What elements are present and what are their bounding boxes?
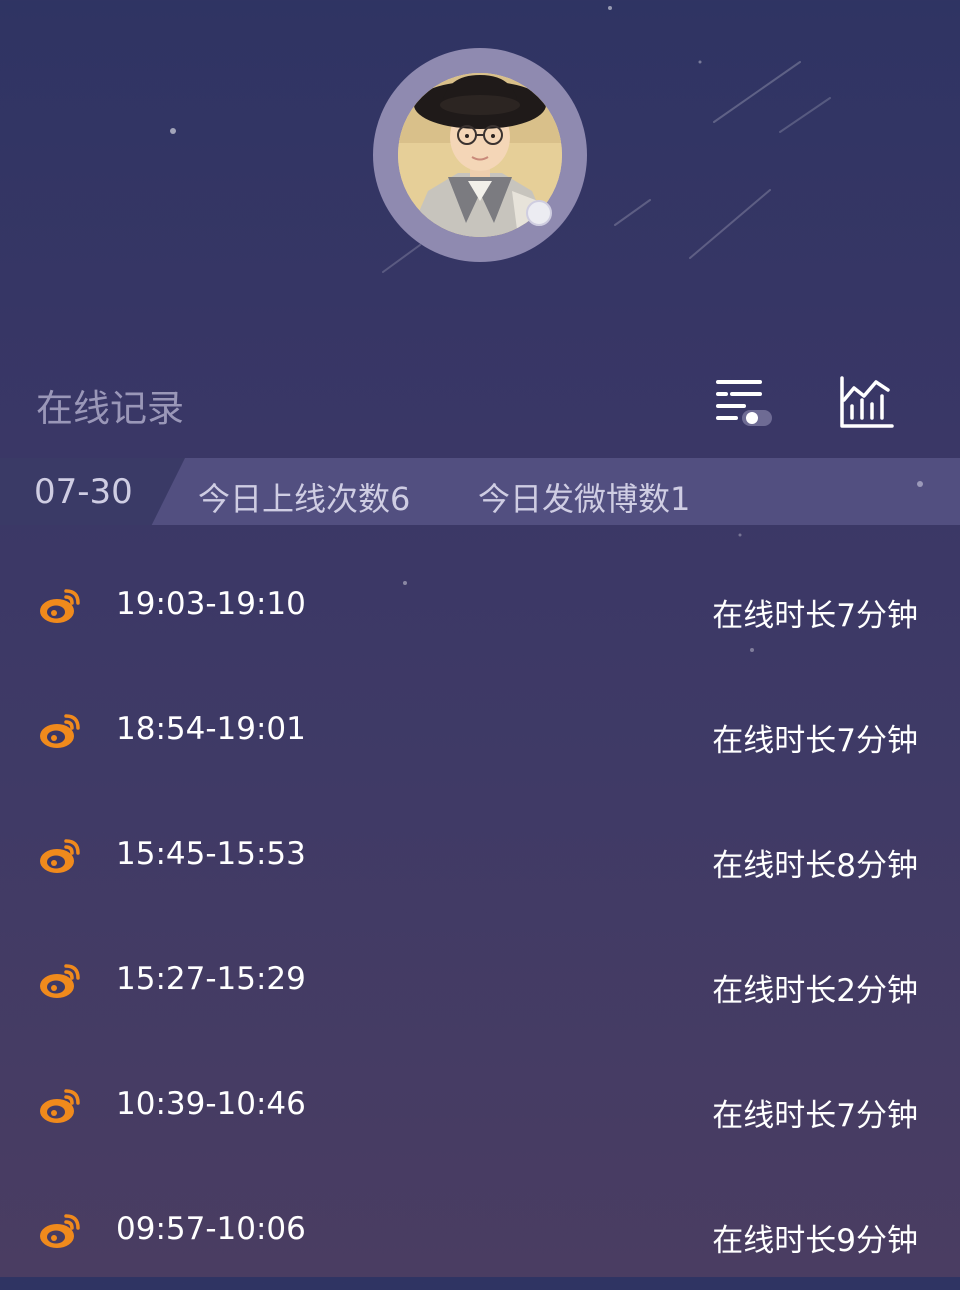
online-duration: 在线时长7分钟 xyxy=(712,1098,918,1134)
section-title: 在线记录 xyxy=(36,387,184,430)
status-indicator xyxy=(526,200,552,226)
time-range: 18:54-19:01 xyxy=(116,711,306,747)
online-duration: 在线时长9分钟 xyxy=(712,1223,918,1259)
weibo-icon xyxy=(40,1089,80,1123)
list-item[interactable]: 15:27-15:29 在线时长2分钟 xyxy=(0,915,960,1040)
time-range: 15:45-15:53 xyxy=(116,836,306,872)
list-item[interactable]: 19:03-19:10 在线时长7分钟 xyxy=(0,540,960,665)
weibo-count-label: 今日发微博数1 xyxy=(478,480,691,518)
daily-summary-bar: 07-30 今日上线次数6 今日发微博数1 xyxy=(0,458,960,525)
avatar[interactable] xyxy=(373,48,587,262)
filter-toggle-icon[interactable] xyxy=(714,374,774,434)
list-item[interactable]: 09:57-10:06 在线时长9分钟 xyxy=(0,1165,960,1290)
time-range: 19:03-19:10 xyxy=(116,586,306,622)
date-label: 07-30 xyxy=(34,472,133,512)
list-item[interactable]: 10:39-10:46 在线时长7分钟 xyxy=(0,1040,960,1165)
weibo-icon xyxy=(40,964,80,998)
time-range: 09:57-10:06 xyxy=(116,1211,306,1247)
weibo-icon xyxy=(40,714,80,748)
time-range: 15:27-15:29 xyxy=(116,961,306,997)
weibo-icon xyxy=(40,589,80,623)
date-tab[interactable]: 07-30 xyxy=(0,458,185,525)
bar-chart-icon[interactable] xyxy=(836,374,896,434)
online-duration: 在线时长8分钟 xyxy=(712,848,918,884)
list-item[interactable]: 18:54-19:01 在线时长7分钟 xyxy=(0,665,960,790)
time-range: 10:39-10:46 xyxy=(116,1086,306,1122)
weibo-icon xyxy=(40,1214,80,1248)
weibo-icon xyxy=(40,839,80,873)
online-count-label: 今日上线次数6 xyxy=(198,480,411,518)
online-duration: 在线时长7分钟 xyxy=(712,598,918,634)
online-duration: 在线时长2分钟 xyxy=(712,973,918,1009)
online-duration: 在线时长7分钟 xyxy=(712,723,918,759)
list-item[interactable]: 15:45-15:53 在线时长8分钟 xyxy=(0,790,960,915)
